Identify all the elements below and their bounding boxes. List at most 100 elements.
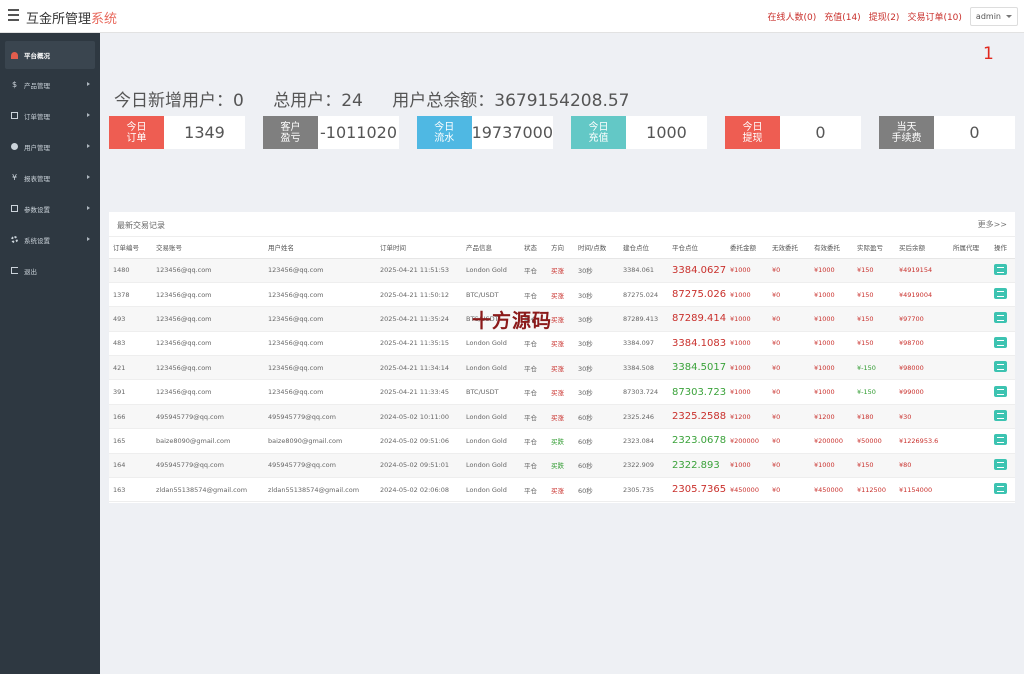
view-order-button[interactable] xyxy=(994,312,1007,324)
table-row: 163 zldan55138574@gmail.com zldan55138574@… xyxy=(109,477,1015,503)
view-order-button[interactable] xyxy=(994,336,1007,348)
cell-time: 2025-04-21 11:35:15 xyxy=(376,331,462,357)
table-row: 483 123456@qq.com 123456@qq.com 2025-04-21 … xyxy=(109,331,1015,357)
menu-toggle-icon[interactable] xyxy=(8,9,19,21)
table-row: 421 123456@qq.com 123456@qq.com 2025-04-21 … xyxy=(109,355,1015,381)
cell-amount: ¥200000 xyxy=(726,428,768,454)
column-header: 订单时间 xyxy=(376,237,462,259)
cell-balance: ¥30 xyxy=(895,404,949,430)
sidebar-item-reports[interactable]: ¥ 报表管理 xyxy=(0,162,100,193)
cell-name: 123456@qq.com xyxy=(264,355,376,381)
cell-status: 平仓 xyxy=(520,282,547,308)
cell-invalid: ¥0 xyxy=(768,282,810,308)
recent-trades-panel: 最新交易记录 更多>> 订单编号 交易账号 用户姓名 订单时间 产品信息 状态 方向 时间/点… xyxy=(109,212,1015,503)
sidebar-item-params[interactable]: 参数设置 xyxy=(0,193,100,224)
sidebar-item-label: 订单管理 xyxy=(24,112,50,121)
chevron-right-icon xyxy=(87,237,90,241)
card-customer-pnl: 客户 盈亏 -1011020 xyxy=(263,116,399,149)
column-header: 交易账号 xyxy=(152,237,264,259)
cell-agent xyxy=(949,453,990,479)
cell-valid: ¥450000 xyxy=(810,477,853,503)
app-title-accent: 系统 xyxy=(91,12,118,27)
view-order-button[interactable] xyxy=(994,410,1007,422)
dollar-icon: $ xyxy=(11,80,18,89)
recharge-link[interactable]: 充值(14) xyxy=(824,10,860,23)
cell-account: zldan55138574@gmail.com xyxy=(152,477,264,503)
cell-id: 1378 xyxy=(109,282,152,308)
withdraw-link[interactable]: 提现(2) xyxy=(869,10,900,23)
more-link[interactable]: 更多>> xyxy=(978,219,1007,230)
app-title: 互金所管理系统 xyxy=(26,8,117,27)
sidebar-item-label: 产品管理 xyxy=(24,81,50,90)
cell-invalid: ¥0 xyxy=(768,258,810,283)
cell-amount: ¥1000 xyxy=(726,379,768,405)
yen-icon: ¥ xyxy=(11,173,18,182)
cell-agent xyxy=(949,258,990,283)
cell-pnl: ¥150 xyxy=(853,258,895,283)
sidebar-item-label: 系统设置 xyxy=(24,236,50,245)
sidebar-item-users[interactable]: 用户管理 xyxy=(0,131,100,162)
sidebar-item-products[interactable]: $ 产品管理 xyxy=(0,69,100,100)
column-header: 用户姓名 xyxy=(264,237,376,259)
cell-invalid: ¥0 xyxy=(768,306,810,332)
total-users-stat: 总用户：24 xyxy=(273,91,363,111)
view-order-button[interactable] xyxy=(994,288,1007,300)
cell-valid: ¥200000 xyxy=(810,428,853,454)
view-order-button[interactable] xyxy=(994,458,1007,470)
cell-id: 166 xyxy=(109,404,152,430)
cell-action xyxy=(990,428,1015,454)
sidebar-item-label: 参数设置 xyxy=(24,205,50,214)
cell-name: baize8090@gmail.com xyxy=(264,428,376,454)
view-order-button[interactable] xyxy=(994,434,1007,446)
cell-account: 495945779@qq.com xyxy=(152,453,264,479)
cell-id: 165 xyxy=(109,428,152,454)
cell-valid: ¥1200 xyxy=(810,404,853,430)
cell-pnl: ¥50000 xyxy=(853,428,895,454)
cell-open: 87303.724 xyxy=(619,379,668,405)
table-row: 164 495945779@qq.com 495945779@qq.com 2024-… xyxy=(109,453,1015,479)
sidebar-item-orders[interactable]: 订单管理 xyxy=(0,100,100,131)
view-order-button[interactable] xyxy=(994,385,1007,397)
card-value: 1349 xyxy=(184,123,225,142)
cell-pnl: ¥-150 xyxy=(853,355,895,381)
cell-invalid: ¥0 xyxy=(768,453,810,479)
cell-action xyxy=(990,404,1015,430)
cell-product: BTC/USDT xyxy=(462,379,520,405)
sidebar-item-label: 用户管理 xyxy=(24,143,50,152)
cell-dur: 30秒 xyxy=(574,306,619,332)
cell-account: 495945779@qq.com xyxy=(152,404,264,430)
cell-product: London Gold xyxy=(462,477,520,503)
sidebar-item-overview[interactable]: 平台概况 xyxy=(5,41,95,69)
panel-title: 最新交易记录 xyxy=(117,221,165,230)
online-users-link[interactable]: 在线人数(0) xyxy=(767,10,816,23)
cell-amount: ¥1000 xyxy=(726,258,768,283)
view-order-button[interactable] xyxy=(994,483,1007,495)
admin-dropdown[interactable]: admin xyxy=(969,7,1018,26)
cell-open: 87275.024 xyxy=(619,282,668,308)
cell-status: 平仓 xyxy=(520,477,547,503)
cell-name: zldan55138574@gmail.com xyxy=(264,477,376,503)
cell-close: 2322.893 xyxy=(668,453,726,479)
cell-close: 2305.7365 xyxy=(668,477,726,503)
cell-time: 2025-04-21 11:35:24 xyxy=(376,306,462,332)
cell-close: 87303.723 xyxy=(668,379,726,405)
cell-balance: ¥1226953.6 xyxy=(895,428,949,454)
cell-product: BTC/USDT xyxy=(462,306,520,332)
cell-time: 2024-05-02 09:51:06 xyxy=(376,428,462,454)
cell-balance: ¥98000 xyxy=(895,355,949,381)
admin-label: admin xyxy=(975,12,1001,21)
cell-pnl: ¥150 xyxy=(853,453,895,479)
cell-balance: ¥80 xyxy=(895,453,949,479)
cell-agent xyxy=(949,379,990,405)
view-order-button[interactable] xyxy=(994,361,1007,373)
cell-id: 493 xyxy=(109,306,152,332)
trade-orders-link[interactable]: 交易订单(10) xyxy=(907,10,961,23)
cell-valid: ¥1000 xyxy=(810,453,853,479)
cell-pnl: ¥112500 xyxy=(853,477,895,503)
sidebar-item-logout[interactable]: 退出 xyxy=(0,255,100,286)
cell-name: 495945779@qq.com xyxy=(264,404,376,430)
column-header: 操作 xyxy=(990,237,1015,259)
top-links: 在线人数(0) 充值(14) 提现(2) 交易订单(10) admin xyxy=(759,0,1018,33)
sidebar-item-system[interactable]: 系统设置 xyxy=(0,224,100,255)
view-order-button[interactable] xyxy=(994,263,1007,275)
